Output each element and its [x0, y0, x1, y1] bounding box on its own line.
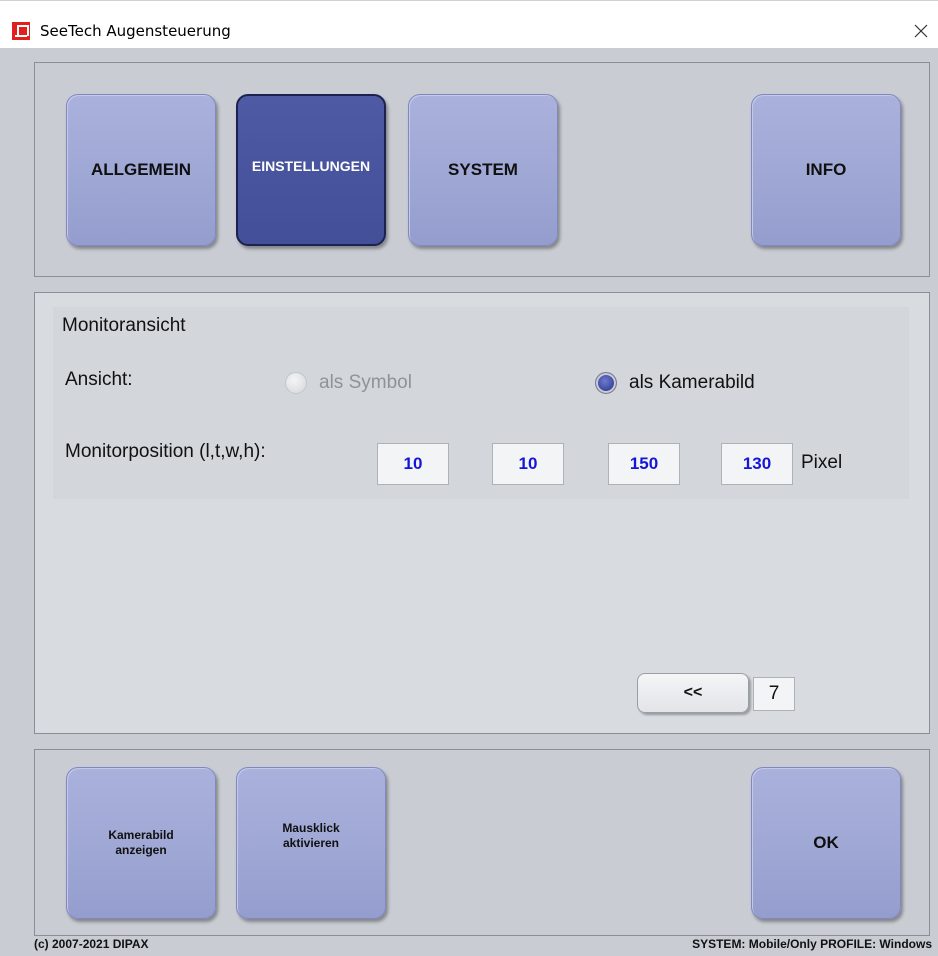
button-label: Mausklick aktivieren	[282, 821, 340, 850]
close-button[interactable]	[904, 17, 938, 45]
tab-panel: ALLGEMEIN EINSTELLUNGEN SYSTEM INFO	[34, 62, 930, 277]
tab-system[interactable]: SYSTEM	[408, 94, 558, 246]
app-logo-icon	[12, 22, 30, 40]
tab-label: EINSTELLUNGEN	[251, 158, 371, 174]
close-icon	[914, 24, 928, 38]
radio-camera-image[interactable]: als Kamerabild	[595, 372, 755, 394]
page-number: 7	[753, 677, 795, 711]
position-width-field[interactable]: 150	[608, 443, 680, 485]
tab-label: ALLGEMEIN	[90, 160, 192, 179]
position-left-field[interactable]: 10	[377, 443, 449, 485]
radio-circle-selected-icon	[595, 372, 617, 394]
back-button[interactable]: <<	[637, 673, 749, 713]
action-panel: Kamerabild anzeigen Mausklick aktivieren…	[34, 749, 930, 936]
position-height-field[interactable]: 130	[721, 443, 793, 485]
copyright-text: (c) 2007-2021 DIPAX	[34, 937, 149, 951]
view-label: Ansicht:	[65, 369, 133, 390]
button-label: OK	[813, 833, 839, 852]
position-unit: Pixel	[801, 452, 843, 473]
radio-label: als Symbol	[319, 372, 412, 393]
section-title: Monitoransicht	[62, 315, 186, 336]
title-bar: SeeTech Augensteuerung	[0, 0, 938, 48]
tab-einstellungen[interactable]: EINSTELLUNGEN	[236, 94, 386, 246]
ok-button[interactable]: OK	[751, 767, 901, 919]
settings-panel: Monitoransicht Ansicht: als Symbol als K…	[34, 292, 930, 734]
radio-circle-icon	[285, 372, 307, 394]
status-text: SYSTEM: Mobile/Only PROFILE: Windows	[692, 937, 932, 951]
tab-label: INFO	[805, 160, 847, 179]
activate-mouse-click-button[interactable]: Mausklick aktivieren	[236, 767, 386, 919]
radio-symbol[interactable]: als Symbol	[285, 372, 412, 394]
radio-label: als Kamerabild	[629, 372, 755, 393]
show-camera-image-button[interactable]: Kamerabild anzeigen	[66, 767, 216, 919]
app-window: SeeTech Augensteuerung ALLGEMEIN EINSTEL…	[0, 0, 938, 956]
button-label: Kamerabild anzeigen	[108, 828, 174, 857]
tab-allgemein[interactable]: ALLGEMEIN	[66, 94, 216, 246]
position-label: Monitorposition (l,t,w,h):	[65, 441, 266, 462]
monitor-view-section: Monitoransicht Ansicht: als Symbol als K…	[53, 307, 909, 499]
tab-label: SYSTEM	[448, 160, 518, 179]
position-top-field[interactable]: 10	[492, 443, 564, 485]
window-title: SeeTech Augensteuerung	[40, 22, 231, 40]
tab-info[interactable]: INFO	[751, 94, 901, 246]
